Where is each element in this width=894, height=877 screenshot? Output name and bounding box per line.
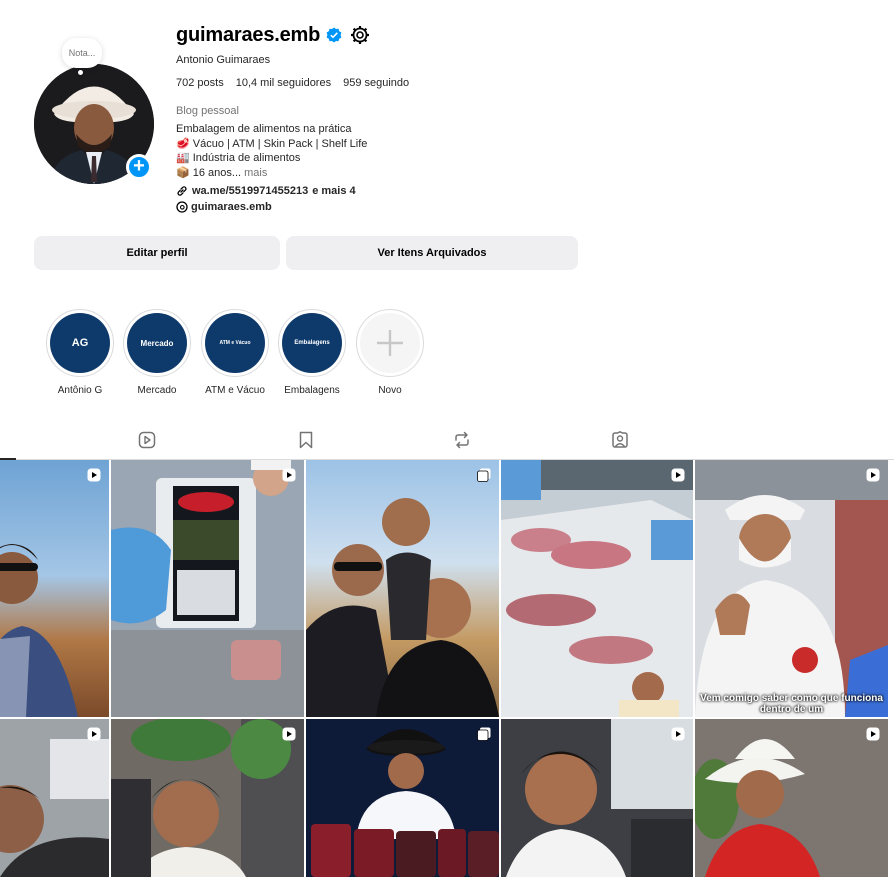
highlight-ring: Mercado	[123, 309, 191, 377]
carousel-badge-icon	[477, 727, 491, 741]
highlight-ring: Embalagens	[278, 309, 346, 377]
reel-badge-icon	[671, 468, 685, 482]
highlight-embalagens[interactable]: Embalagens Embalagens	[278, 309, 346, 396]
post-tile[interactable]	[111, 460, 304, 717]
reposts-tab-icon[interactable]	[453, 431, 471, 449]
highlight-ring: ATM e Vácuo	[201, 309, 269, 377]
post-tile[interactable]	[501, 719, 693, 877]
post-thumbnail	[501, 460, 693, 717]
post-tile[interactable]	[501, 460, 693, 717]
edit-profile-button[interactable]: Editar perfil	[34, 236, 280, 270]
posts-count: 702 posts	[176, 77, 224, 89]
note-bubble[interactable]: Nota...	[62, 38, 102, 68]
bio-link-more[interactable]: e mais 4	[312, 185, 355, 197]
post-thumbnail	[311, 729, 499, 877]
reel-badge-icon	[282, 468, 296, 482]
highlight-cover: AG	[50, 313, 110, 373]
reel-badge-icon	[671, 727, 685, 741]
link-icon	[177, 186, 187, 196]
post-thumbnail	[0, 739, 109, 877]
highlight-ring: AG	[46, 309, 114, 377]
verified-badge-icon	[326, 27, 342, 43]
highlight-cover: Mercado	[127, 313, 187, 373]
highlight-new-cover	[360, 313, 420, 373]
threads-link-row[interactable]: guimaraes.emb	[176, 201, 596, 213]
settings-gear-icon[interactable]	[350, 25, 370, 45]
post-thumbnail	[111, 719, 304, 877]
reel-badge-icon	[282, 727, 296, 741]
highlight-label: ATM e Vácuo	[205, 385, 265, 396]
post-thumbnail	[0, 544, 78, 717]
threads-icon	[176, 201, 188, 213]
bio-line: 🥩 Vácuo | ATM | Skin Pack | Shelf Life	[176, 137, 368, 150]
bio-line-text: 📦 16 anos...	[176, 166, 242, 179]
profile-category: Blog pessoal	[176, 105, 239, 117]
post-tile[interactable]	[0, 460, 109, 717]
post-tile[interactable]	[111, 719, 304, 877]
view-archive-button[interactable]: Ver Itens Arquivados	[286, 236, 578, 270]
threads-handle[interactable]: guimaraes.emb	[191, 201, 272, 213]
post-tile[interactable]	[0, 719, 109, 877]
post-caption-overlay: Vem comigo saber como que funciona dentr…	[700, 693, 883, 715]
profile-bio: Embalagem de alimentos na prática 🥩 Vácu…	[176, 122, 596, 180]
post-thumbnail	[695, 460, 888, 717]
highlight-label: Novo	[378, 385, 402, 396]
post-thumbnail	[695, 719, 888, 877]
reels-tab-icon[interactable]	[138, 431, 156, 449]
reel-badge-icon	[87, 468, 101, 482]
highlight-antonio-g[interactable]: AG Antônio G	[46, 309, 114, 396]
bio-link-row[interactable]: wa.me/5519971455213 e mais 4	[176, 185, 596, 197]
profile-username: guimaraes.emb	[176, 23, 321, 46]
highlight-label: Mercado	[137, 385, 177, 396]
bio-link-url[interactable]: wa.me/5519971455213	[192, 185, 308, 197]
post-tile[interactable]	[306, 719, 499, 877]
highlight-label: Embalagens	[284, 385, 340, 396]
post-tile[interactable]	[695, 719, 888, 877]
reel-badge-icon	[866, 468, 880, 482]
profile-full-name: Antonio Guimaraes	[176, 54, 271, 66]
highlight-cover: Embalagens	[282, 313, 342, 373]
bio-line: 📦 16 anos... mais	[176, 166, 596, 181]
highlight-mercado[interactable]: Mercado Mercado	[123, 309, 191, 396]
bio-line: Embalagem de alimentos na prática	[176, 123, 352, 135]
post-thumbnail	[111, 460, 304, 717]
highlight-new[interactable]: Novo	[356, 309, 424, 396]
username-row: guimaraes.emb	[176, 22, 596, 48]
tagged-tab-icon[interactable]	[611, 431, 629, 449]
highlight-atm-e-vacuo[interactable]: ATM e Vácuo ATM e Vácuo	[201, 309, 269, 396]
reel-badge-icon	[866, 727, 880, 741]
following-count[interactable]: 959 seguindo	[343, 77, 409, 89]
post-thumbnail	[306, 498, 499, 717]
reel-badge-icon	[87, 727, 101, 741]
bio-line: 🏭 Indústria de alimentos	[176, 152, 301, 164]
followers-count[interactable]: 10,4 mil seguidores	[236, 77, 331, 89]
carousel-badge-icon	[477, 468, 491, 482]
highlight-ring	[356, 309, 424, 377]
add-story-button[interactable]: +	[126, 154, 152, 180]
note-bubble-tail	[78, 70, 83, 75]
highlight-cover: ATM e Vácuo	[205, 313, 265, 373]
highlight-label: Antônio G	[57, 385, 103, 396]
post-tile[interactable]	[306, 460, 499, 717]
posts-grid: Vem comigo saber como que funciona dentr…	[0, 460, 894, 877]
plus-icon	[377, 330, 403, 356]
profile-stats: 702 posts 10,4 mil seguidores 959 seguin…	[176, 77, 596, 89]
profile-avatar[interactable]: +	[34, 64, 154, 184]
post-thumbnail	[506, 719, 693, 877]
saved-tab-icon[interactable]	[297, 431, 315, 449]
bio-more-link[interactable]: mais	[244, 167, 267, 179]
profile-info: guimaraes.emb Antonio Guimaraes 702 post…	[176, 22, 596, 214]
post-tile[interactable]: Vem comigo saber como que funciona dentr…	[695, 460, 888, 717]
